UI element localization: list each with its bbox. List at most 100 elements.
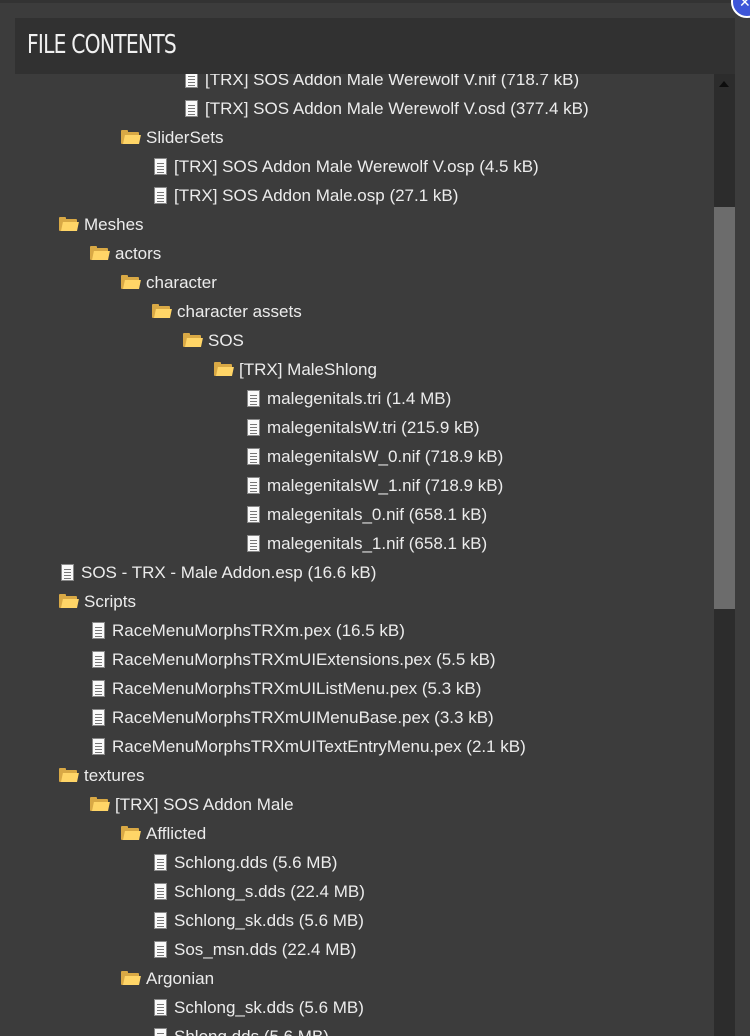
tree-file-row[interactable]: Schlong_sk.dds (5.6 MB) [154, 993, 364, 1022]
file-icon [154, 854, 167, 871]
tree-file-row[interactable]: malegenitals_0.nif (658.1 kB) [247, 500, 487, 529]
tree-file-row[interactable]: [TRX] SOS Addon Male.osp (27.1 kB) [154, 181, 458, 210]
tree-item-label: Schlong_sk.dds (5.6 MB) [174, 997, 364, 1017]
tree-folder-row[interactable]: [TRX] SOS Addon Male [90, 790, 294, 819]
file-icon [185, 74, 198, 88]
tree-item-label: Sos_msn.dds (22.4 MB) [174, 939, 357, 959]
tree-item-label: RaceMenuMorphsTRXmUITextEntryMenu.pex (2… [112, 736, 526, 756]
tree-folder-row[interactable]: SliderSets [121, 123, 223, 152]
tree-item-label: textures [84, 765, 145, 785]
file-icon [61, 564, 74, 581]
folder-icon [183, 333, 203, 347]
file-icon [185, 100, 198, 117]
tree-item-label: SOS - TRX - Male Addon.esp (16.6 kB) [81, 562, 377, 582]
tree-file-row[interactable]: malegenitalsW.tri (215.9 kB) [247, 413, 480, 442]
tree-file-row[interactable]: SOS - TRX - Male Addon.esp (16.6 kB) [61, 558, 376, 587]
file-icon [154, 158, 167, 175]
tree-item-label: Schlong_s.dds (22.4 MB) [174, 881, 365, 901]
tree-item-label: malegenitals.tri (1.4 MB) [267, 388, 452, 408]
file-icon [92, 622, 105, 639]
tree-item-label: Afflicted [146, 823, 207, 843]
tree-item-label: malegenitalsW_0.nif (718.9 kB) [267, 446, 504, 466]
modal-title: FILE CONTENTS [27, 30, 177, 60]
scroll-thumb[interactable] [714, 207, 735, 609]
tree-folder-row[interactable]: Scripts [59, 587, 136, 616]
modal-header: FILE CONTENTS [15, 18, 735, 74]
tree-folder-row[interactable]: character [121, 268, 217, 297]
scroll-up-arrow-icon[interactable] [714, 74, 735, 96]
tree-file-row[interactable]: RaceMenuMorphsTRXm.pex (16.5 kB) [92, 616, 405, 645]
vertical-scrollbar[interactable] [714, 74, 735, 1036]
tree-item-label: malegenitalsW_1.nif (718.9 kB) [267, 475, 504, 495]
folder-icon [121, 826, 141, 840]
tree-folder-row[interactable]: Argonian [121, 964, 214, 993]
tree-item-label: [TRX] MaleShlong [239, 359, 377, 379]
file-icon [247, 448, 260, 465]
file-icon [92, 709, 105, 726]
tree-item-label: malegenitals_0.nif (658.1 kB) [267, 504, 488, 524]
tree-item-label: [TRX] SOS Addon Male Werewolf V.osp (4.5… [174, 156, 539, 176]
tree-item-label: RaceMenuMorphsTRXmUIMenuBase.pex (3.3 kB… [112, 707, 494, 727]
tree-item-label: character [146, 272, 217, 292]
file-icon [92, 738, 105, 755]
tree-item-label: actors [115, 243, 162, 263]
tree-folder-row[interactable]: Meshes [59, 210, 144, 239]
file-icon [247, 477, 260, 494]
tree-item-label: RaceMenuMorphsTRXmUIExtensions.pex (5.5 … [112, 649, 496, 669]
folder-icon [90, 797, 110, 811]
file-icon [92, 680, 105, 697]
file-icon [154, 187, 167, 204]
tree-item-label: [TRX] SOS Addon Male Werewolf V.osd (377… [205, 98, 589, 118]
file-icon [154, 999, 167, 1016]
tree-file-row[interactable]: RaceMenuMorphsTRXmUIListMenu.pex (5.3 kB… [92, 674, 481, 703]
tree-file-row[interactable]: [TRX] SOS Addon Male Werewolf V.nif (718… [185, 74, 579, 94]
file-icon [247, 535, 260, 552]
file-icon [154, 1028, 167, 1036]
tree-item-label: [TRX] SOS Addon Male.osp (27.1 kB) [174, 185, 459, 205]
tree-item-label: Scripts [84, 591, 136, 611]
tree-folder-row[interactable]: character assets [152, 297, 302, 326]
tree-file-row[interactable]: RaceMenuMorphsTRXmUIMenuBase.pex (3.3 kB… [92, 703, 494, 732]
tree-item-label: malegenitalsW.tri (215.9 kB) [267, 417, 480, 437]
file-icon [247, 390, 260, 407]
tree-file-row[interactable]: malegenitalsW_1.nif (718.9 kB) [247, 471, 503, 500]
folder-icon [121, 275, 141, 289]
tree-file-row[interactable]: Schlong_sk.dds (5.6 MB) [154, 906, 364, 935]
tree-item-label: character assets [177, 301, 302, 321]
tree-file-row[interactable]: Schlong.dds (5.6 MB) [154, 848, 337, 877]
tree-folder-row[interactable]: [TRX] MaleShlong [214, 355, 377, 384]
tree-item-label: RaceMenuMorphsTRXm.pex (16.5 kB) [112, 620, 405, 640]
folder-icon [152, 304, 172, 318]
folder-icon [59, 217, 79, 231]
tree-file-row[interactable]: Schlong_s.dds (22.4 MB) [154, 877, 365, 906]
tree-file-row[interactable]: malegenitals_1.nif (658.1 kB) [247, 529, 487, 558]
tree-item-label: SOS [208, 330, 244, 350]
tree-item-label: SliderSets [146, 127, 224, 147]
folder-icon [121, 971, 141, 985]
file-tree: [TRX] SOS Addon Male Werewolf V.nif (718… [0, 74, 714, 1036]
folder-icon [214, 362, 234, 376]
tree-file-row[interactable]: RaceMenuMorphsTRXmUIExtensions.pex (5.5 … [92, 645, 496, 674]
tree-file-row[interactable]: Sos_msn.dds (22.4 MB) [154, 935, 356, 964]
file-icon [247, 419, 260, 436]
folder-icon [121, 130, 141, 144]
folder-icon [90, 246, 110, 260]
tree-item-label: RaceMenuMorphsTRXmUIListMenu.pex (5.3 kB… [112, 678, 482, 698]
folder-icon [59, 594, 79, 608]
tree-file-row[interactable]: RaceMenuMorphsTRXmUITextEntryMenu.pex (2… [92, 732, 526, 761]
tree-folder-row[interactable]: Afflicted [121, 819, 206, 848]
tree-file-row[interactable]: Shlong.dds (5.6 MB) [154, 1022, 329, 1036]
tree-file-row[interactable]: [TRX] SOS Addon Male Werewolf V.osd (377… [185, 94, 589, 123]
tree-item-label: Schlong.dds (5.6 MB) [174, 852, 338, 872]
file-icon [247, 506, 260, 523]
tree-item-label: malegenitals_1.nif (658.1 kB) [267, 533, 488, 553]
tree-file-row[interactable]: malegenitals.tri (1.4 MB) [247, 384, 451, 413]
tree-folder-row[interactable]: actors [90, 239, 161, 268]
file-icon [154, 941, 167, 958]
tree-folder-row[interactable]: textures [59, 761, 144, 790]
file-icon [154, 912, 167, 929]
tree-file-row[interactable]: malegenitalsW_0.nif (718.9 kB) [247, 442, 503, 471]
tree-folder-row[interactable]: SOS [183, 326, 244, 355]
folder-icon [59, 768, 79, 782]
tree-file-row[interactable]: [TRX] SOS Addon Male Werewolf V.osp (4.5… [154, 152, 539, 181]
